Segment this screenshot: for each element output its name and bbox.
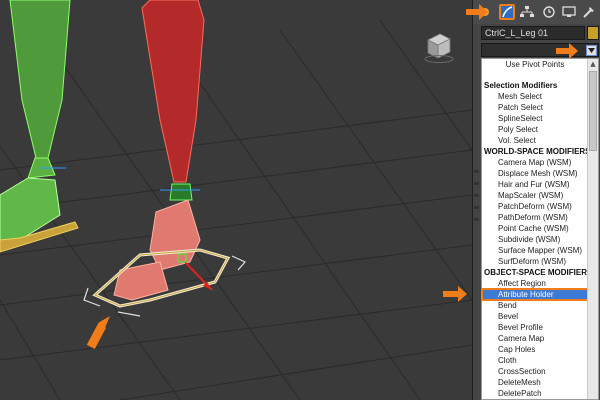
modifier-list-dropdown[interactable] bbox=[481, 43, 599, 57]
viewcube-icon[interactable] bbox=[420, 28, 456, 64]
list-item[interactable]: Camera Map bbox=[482, 333, 588, 344]
list-item[interactable]: Affect Region bbox=[482, 278, 588, 289]
hierarchy-icon[interactable] bbox=[519, 4, 535, 20]
list-item[interactable]: Point Cache (WSM) bbox=[482, 223, 588, 234]
list-item[interactable]: Camera Map (WSM) bbox=[482, 157, 588, 168]
scroll-up-icon[interactable]: ▲ bbox=[588, 59, 598, 69]
list-item[interactable]: PathDeform (WSM) bbox=[482, 212, 588, 223]
annotation-arrow-right bbox=[466, 4, 488, 20]
list-item[interactable]: DeletePatch bbox=[482, 388, 588, 399]
list-section-header: OBJECT-SPACE MODIFIERS bbox=[484, 268, 588, 277]
list-section-header: WORLD-SPACE MODIFIERS bbox=[484, 147, 588, 156]
object-color-swatch[interactable] bbox=[587, 26, 599, 40]
chevron-down-icon[interactable] bbox=[586, 45, 597, 56]
display-icon[interactable] bbox=[561, 4, 577, 20]
list-scrollbar[interactable]: ▲ bbox=[587, 59, 598, 399]
list-item-selected[interactable]: Attribute Holder bbox=[482, 288, 589, 301]
annotation-arrow-up bbox=[86, 316, 110, 349]
utilities-icon[interactable] bbox=[581, 4, 597, 20]
modify-icon[interactable] bbox=[499, 4, 515, 20]
list-item[interactable]: PatchDeform (WSM) bbox=[482, 201, 588, 212]
green-leg[interactable] bbox=[0, 0, 79, 253]
grid bbox=[0, 19, 472, 400]
list-item[interactable]: Cap Holes bbox=[482, 344, 588, 355]
list-item[interactable]: Hair and Fur (WSM) bbox=[482, 179, 588, 190]
annotation-arrow-right bbox=[556, 43, 578, 59]
modifier-list[interactable]: Use Pivot Points Selection Modifiers Mes… bbox=[481, 58, 599, 400]
command-panel: CtrlC_L_Leg 01 Use Pivot Points Selectio… bbox=[472, 0, 600, 400]
list-item[interactable]: DeleteMesh bbox=[482, 377, 588, 388]
list-item[interactable]: Subdivide (WSM) bbox=[482, 234, 588, 245]
list-item[interactable]: Displace Mesh (WSM) bbox=[482, 168, 588, 179]
list-item[interactable]: Patch Select bbox=[482, 102, 588, 113]
list-item[interactable]: CrossSection bbox=[482, 366, 588, 377]
list-item[interactable]: SurfDeform (WSM) bbox=[482, 256, 588, 267]
annotation-arrow-right bbox=[443, 286, 467, 302]
list-item[interactable]: Use Pivot Points bbox=[482, 59, 588, 71]
object-name-field[interactable]: CtrlC_L_Leg 01 bbox=[481, 26, 585, 40]
list-item[interactable]: Mesh Select bbox=[482, 91, 588, 102]
list-item[interactable]: Surface Mapper (WSM) bbox=[482, 245, 588, 256]
list-item[interactable]: Cloth bbox=[482, 355, 588, 366]
list-item[interactable]: Bevel bbox=[482, 311, 588, 322]
list-item[interactable]: SplineSelect bbox=[482, 113, 588, 124]
list-item[interactable]: Vol. Select bbox=[482, 135, 588, 146]
list-item[interactable]: Bend bbox=[482, 300, 588, 311]
list-section-header: Selection Modifiers bbox=[484, 81, 558, 90]
motion-icon[interactable] bbox=[541, 4, 557, 20]
panel-grip bbox=[473, 160, 479, 270]
scrollbar-thumb[interactable] bbox=[589, 71, 597, 151]
list-item[interactable]: Bevel Profile bbox=[482, 322, 588, 333]
list-item[interactable]: Poly Select bbox=[482, 124, 588, 135]
command-panel-tabs bbox=[473, 0, 600, 24]
scene-view[interactable] bbox=[0, 0, 472, 400]
viewport-perspective[interactable] bbox=[0, 0, 472, 400]
list-item[interactable]: MapScaler (WSM) bbox=[482, 190, 588, 201]
